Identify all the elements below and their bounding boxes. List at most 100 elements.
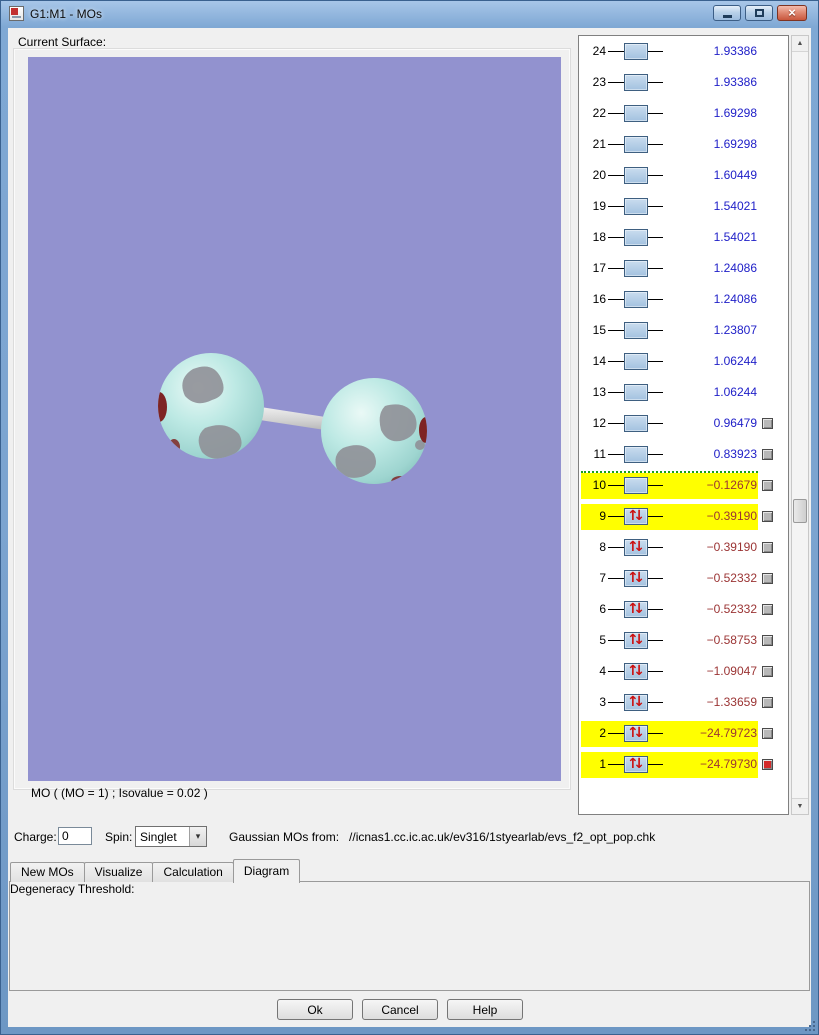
charge-label: Charge:: [14, 830, 57, 844]
level-line: [648, 454, 663, 455]
spin-dropdown-button[interactable]: ▾: [189, 827, 206, 846]
mo-energy: 1.23807: [713, 323, 757, 337]
maximize-button[interactable]: [745, 5, 773, 21]
mo-checkbox[interactable]: [762, 542, 773, 553]
mo-level-button[interactable]: [624, 415, 648, 432]
mo-level-button[interactable]: ↑ ↓: [624, 508, 648, 525]
mo-level-button[interactable]: [624, 446, 648, 463]
tab-visualize[interactable]: Visualize: [83, 862, 154, 882]
mo-scrollbar[interactable]: ▲ ▼: [791, 35, 809, 815]
mo-energy: −24.79730: [699, 757, 757, 771]
mo-number: 23: [592, 75, 606, 89]
scroll-down-button[interactable]: ▼: [792, 798, 808, 814]
mo-checkbox[interactable]: [762, 418, 773, 429]
mo-checkbox[interactable]: [762, 480, 773, 491]
mo-level-button[interactable]: ↑ ↓: [624, 539, 648, 556]
mo-energy: −1.33659: [706, 695, 757, 709]
mo-energy: −0.52332: [706, 602, 757, 616]
level-line: [648, 175, 663, 176]
viewport-3d[interactable]: [28, 57, 561, 781]
mo-number: 8: [599, 540, 606, 554]
level-line: [648, 547, 663, 548]
mo-energy: 1.93386: [713, 44, 757, 58]
mo-checkbox[interactable]: [762, 511, 773, 522]
electron-down-icon: ↓: [633, 508, 645, 524]
mo-level-button[interactable]: [624, 74, 648, 91]
mo-level-button[interactable]: ↑ ↓: [624, 632, 648, 649]
level-line: [608, 237, 624, 238]
mo-checkbox[interactable]: [762, 635, 773, 646]
mo-level-button[interactable]: [624, 260, 648, 277]
level-line: [608, 454, 624, 455]
mo-checkbox[interactable]: [762, 697, 773, 708]
gaussian-source-path: //icnas1.cc.ic.ac.uk/ev316/1styearlab/ev…: [349, 830, 656, 844]
spin-label: Spin:: [105, 830, 133, 844]
electron-down-icon: ↓: [633, 694, 645, 710]
mo-checkbox[interactable]: [762, 759, 773, 770]
minimize-button[interactable]: [713, 5, 741, 21]
spin-select[interactable]: Singlet ▾: [135, 826, 207, 847]
mo-row: 18 1.54021: [579, 222, 788, 253]
mo-checkbox[interactable]: [762, 728, 773, 739]
electron-down-icon: ↓: [633, 539, 645, 555]
mo-level-button[interactable]: [624, 136, 648, 153]
mo-row: 16 1.24086: [579, 284, 788, 315]
mo-row: 23 1.93386: [579, 67, 788, 98]
electron-down-icon: ↓: [633, 601, 645, 617]
level-line: [648, 671, 663, 672]
mo-level-button[interactable]: [624, 105, 648, 122]
scrollbar-thumb[interactable]: [793, 499, 807, 523]
level-line: [648, 423, 663, 424]
scroll-down-icon: ▼: [796, 803, 804, 810]
mo-level-button[interactable]: [624, 198, 648, 215]
mo-level-button[interactable]: ↑ ↓: [624, 725, 648, 742]
dialog-content: Current Surface: MO ((MO = 1) ; Isovalu…: [8, 28, 811, 1027]
mo-level-button[interactable]: [624, 167, 648, 184]
mo-level-button[interactable]: [624, 43, 648, 60]
app-icon: [9, 6, 24, 21]
mo-level-button[interactable]: ↑ ↓: [624, 570, 648, 587]
mo-number: 18: [592, 230, 606, 244]
charge-input[interactable]: [58, 827, 92, 845]
mo-row: 24 1.93386: [579, 36, 788, 67]
tab-diagram[interactable]: Diagram: [232, 859, 301, 883]
mo-checkbox[interactable]: [762, 604, 773, 615]
mo-level-button[interactable]: [624, 477, 648, 494]
level-line: [608, 299, 624, 300]
titlebar[interactable]: G1:M1 - MOs ×: [0, 0, 819, 28]
mo-energy: 0.96479: [713, 416, 757, 430]
level-line: [608, 671, 624, 672]
resize-grip[interactable]: [804, 1020, 817, 1033]
cancel-button[interactable]: Cancel: [362, 999, 438, 1020]
help-button[interactable]: Help: [447, 999, 523, 1020]
level-line: [648, 640, 663, 641]
level-line: [608, 485, 624, 486]
level-line: [608, 113, 624, 114]
level-line: [608, 423, 624, 424]
chevron-down-icon: ▾: [195, 831, 201, 841]
mo-level-button[interactable]: ↑ ↓: [624, 601, 648, 618]
tab-new-mos[interactable]: New MOs: [10, 862, 85, 882]
mo-level-button[interactable]: [624, 353, 648, 370]
mo-level-button[interactable]: ↑ ↓: [624, 663, 648, 680]
mo-level-button[interactable]: ↑ ↓: [624, 756, 648, 773]
mo-checkbox[interactable]: [762, 666, 773, 677]
mo-level-button[interactable]: ↑ ↓: [624, 694, 648, 711]
mo-number: 4: [599, 664, 606, 678]
mo-number: 24: [592, 44, 606, 58]
level-line: [608, 547, 624, 548]
mo-checkbox[interactable]: [762, 449, 773, 460]
tab-calculation[interactable]: Calculation: [152, 862, 234, 882]
mo-level-button[interactable]: [624, 291, 648, 308]
mo-level-button[interactable]: [624, 229, 648, 246]
scroll-up-button[interactable]: ▲: [792, 36, 808, 52]
level-line: [648, 702, 663, 703]
mo-level-button[interactable]: [624, 322, 648, 339]
mo-checkbox[interactable]: [762, 573, 773, 584]
close-button[interactable]: ×: [777, 5, 807, 21]
ok-button[interactable]: Ok: [277, 999, 353, 1020]
mo-energy: −0.39190: [706, 509, 757, 523]
mo-level-button[interactable]: [624, 384, 648, 401]
mo-row: 4 ↑ ↓ −1.09047: [579, 656, 788, 687]
level-line: [648, 578, 663, 579]
